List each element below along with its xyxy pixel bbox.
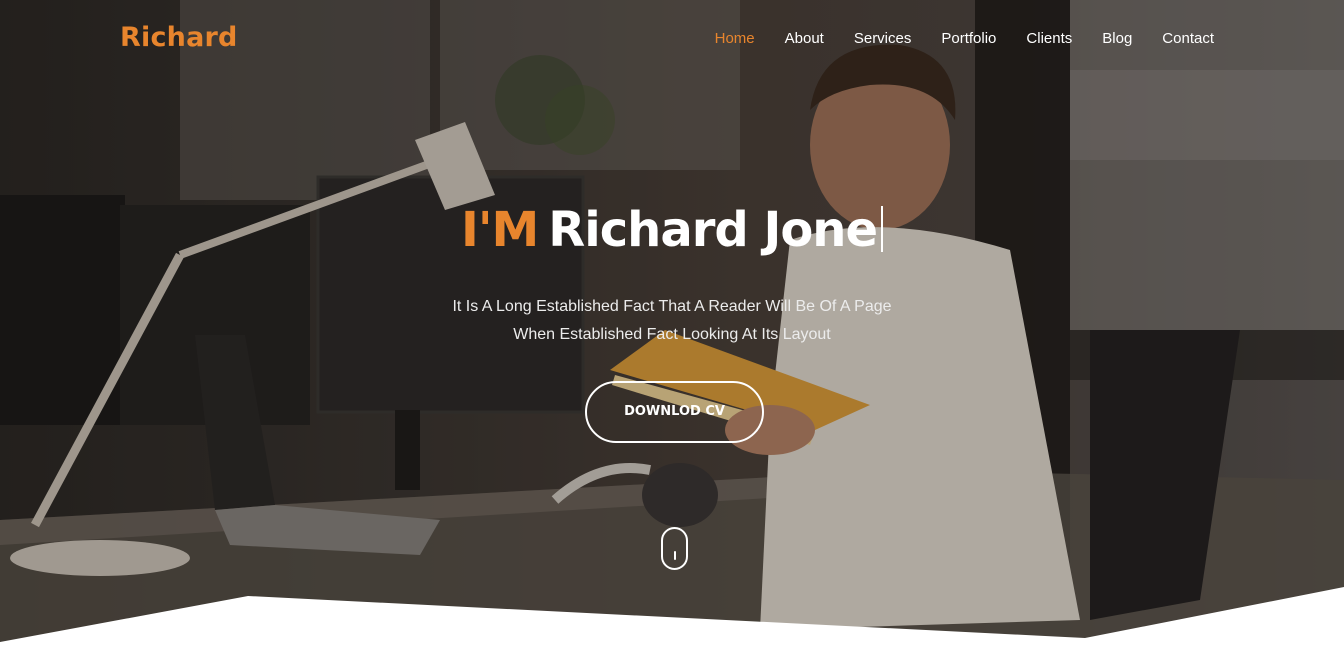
brand-logo[interactable]: Richard — [120, 22, 238, 53]
mouse-scroll-icon[interactable] — [661, 527, 688, 570]
nav-item-services[interactable]: Services — [854, 30, 912, 47]
hero-title-name: Richard Jone — [548, 202, 878, 258]
section-divider-shape — [0, 587, 1344, 650]
hero-subtitle-line1: It Is A Long Established Fact That A Rea… — [452, 298, 892, 315]
download-cv-button[interactable]: DOWNLOD CV — [585, 381, 764, 443]
nav-item-portfolio[interactable]: Portfolio — [941, 30, 996, 47]
main-navigation: Home About Services Portfolio Clients Bl… — [685, 30, 1214, 47]
nav-item-about[interactable]: About — [785, 30, 824, 47]
nav-item-blog[interactable]: Blog — [1102, 30, 1132, 47]
hero-subtitle-line2: When Established Fact Looking At Its Lay… — [513, 326, 831, 343]
nav-item-home[interactable]: Home — [715, 30, 755, 47]
hero-section: Richard Home About Services Portfolio Cl… — [0, 0, 1344, 650]
nav-item-clients[interactable]: Clients — [1026, 30, 1072, 47]
nav-item-contact[interactable]: Contact — [1162, 30, 1214, 47]
typing-cursor — [881, 206, 884, 252]
mouse-wheel — [674, 551, 676, 560]
hero-title: I'M Richard Jone — [0, 202, 1344, 258]
hero-title-prefix: I'M — [460, 202, 539, 258]
